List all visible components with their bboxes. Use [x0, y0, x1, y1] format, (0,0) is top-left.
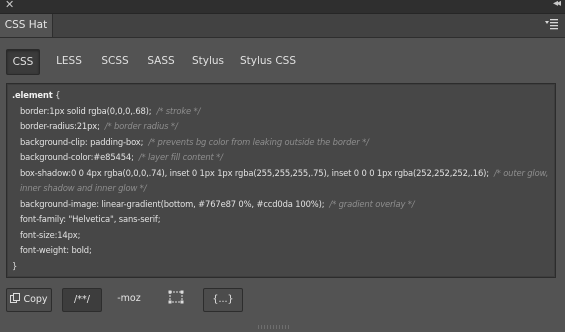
vendor-prefix-moz-button[interactable]: -moz — [110, 288, 148, 312]
window-titlebar: ✕ ◂◂ — [0, 0, 565, 14]
close-icon[interactable]: ✕ — [5, 0, 14, 11]
code-close-brace: } — [12, 260, 18, 271]
bounds-button[interactable] — [164, 288, 188, 312]
code-line: font-weight: bold; — [20, 245, 92, 255]
code-line: box-shadow:0 0 4px rgba(0,0,0,.74), inse… — [20, 167, 549, 194]
toggle-comments-button[interactable]: /**/ — [62, 288, 102, 312]
tab-stylus-css[interactable]: Stylus CSS — [238, 49, 298, 73]
tab-css[interactable]: CSS — [6, 49, 40, 75]
code-line: border-radius:21px; /* border radius */ — [20, 121, 178, 131]
panel-menu-icon[interactable] — [545, 17, 559, 31]
code-line: background-image: linear-gradient(bottom… — [20, 198, 415, 209]
copy-icon — [10, 293, 21, 303]
tab-less[interactable]: LESS — [50, 49, 88, 73]
code-selector: .element — [12, 90, 53, 100]
panel-tab-css-hat[interactable]: CSS Hat — [0, 14, 53, 37]
copy-button[interactable]: Copy — [6, 288, 52, 312]
copy-button-label: Copy — [23, 294, 48, 305]
braces-button[interactable]: {...} — [203, 288, 243, 312]
code-line: font-family: "Helvetica", sans-serif; — [20, 214, 161, 224]
tab-stylus[interactable]: Stylus — [188, 49, 228, 73]
panel-tabbar: CSS Hat — [0, 14, 565, 38]
css-code-output[interactable]: .element { border:1px solid rgba(0,0,0,.… — [6, 83, 556, 278]
bottom-toolbar: Copy /**/ -moz {...} — [6, 288, 558, 312]
code-line: background-color:#e85454; /* layer fill … — [20, 152, 223, 162]
bounding-box-icon — [168, 290, 184, 304]
code-open-brace: { — [55, 90, 61, 100]
code-line: background-clip: padding-box; /* prevent… — [20, 136, 369, 147]
tab-scss[interactable]: SCSS — [96, 49, 134, 73]
resize-grip[interactable] — [258, 325, 290, 329]
code-line: font-size:14px; — [20, 229, 81, 240]
tab-sass[interactable]: SASS — [142, 49, 180, 73]
collapse-double-arrow-icon[interactable]: ◂◂ — [553, 0, 561, 9]
code-line: border:1px solid rgba(0,0,0,.68); /* str… — [20, 105, 201, 116]
